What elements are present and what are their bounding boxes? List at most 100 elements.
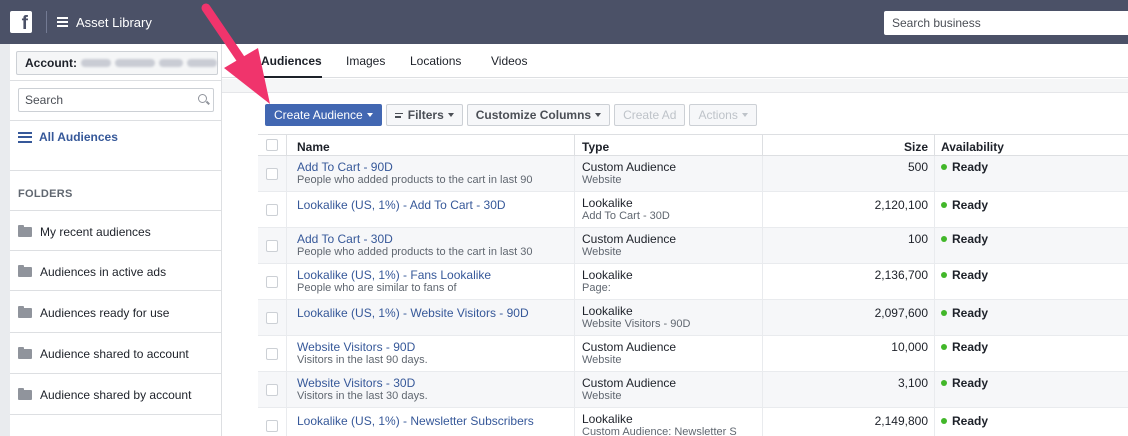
- table-row[interactable]: Lookalike (US, 1%) - Fans Lookalike Peop…: [258, 264, 1128, 300]
- tab-videos[interactable]: Videos: [491, 54, 527, 68]
- status-dot-icon: [941, 164, 947, 170]
- hamburger-menu-icon[interactable]: [57, 17, 68, 27]
- sidebar-search-input[interactable]: Search: [18, 88, 214, 112]
- audience-name-link[interactable]: Add To Cart - 90D: [297, 160, 393, 174]
- table-row[interactable]: Lookalike (US, 1%) - Website Visitors - …: [258, 300, 1128, 336]
- column-separator: [934, 336, 935, 372]
- audience-name-link[interactable]: Add To Cart - 30D: [297, 232, 393, 246]
- actions-button[interactable]: Actions: [689, 104, 757, 126]
- audience-size: 2,120,100: [874, 198, 928, 212]
- account-selector[interactable]: Account:: [16, 51, 218, 75]
- divider: [10, 120, 222, 121]
- status-dot-icon: [941, 344, 947, 350]
- column-separator: [762, 264, 763, 300]
- audience-size: 3,100: [897, 376, 928, 390]
- column-separator: [286, 135, 287, 157]
- column-separator: [934, 264, 935, 300]
- tab-images[interactable]: Images: [346, 54, 385, 68]
- folders-heading: FOLDERS: [18, 188, 73, 200]
- audience-size: 2,149,800: [874, 414, 928, 428]
- filters-button[interactable]: Filters: [385, 104, 463, 126]
- folder-audiences-ready-for-use[interactable]: Audiences ready for use: [18, 306, 169, 320]
- search-placeholder: Search: [25, 93, 64, 107]
- folder-icon: [18, 306, 32, 318]
- row-checkbox[interactable]: [266, 204, 278, 216]
- status-text: Ready: [952, 268, 989, 282]
- column-header-availability[interactable]: Availability: [941, 140, 1004, 154]
- folder-audiences-in-active-ads[interactable]: Audiences in active ads: [18, 265, 166, 279]
- row-checkbox[interactable]: [266, 276, 278, 288]
- chevron-down-icon: [741, 113, 748, 117]
- column-separator: [574, 372, 575, 408]
- create-ad-button[interactable]: Create Ad: [614, 104, 686, 126]
- search-icon[interactable]: [198, 94, 207, 103]
- button-label: Filters: [407, 108, 444, 122]
- audience-type: Lookalike: [582, 304, 633, 318]
- folder-audience-shared-by-account[interactable]: Audience shared by account: [18, 388, 191, 402]
- tab-locations[interactable]: Locations: [410, 54, 461, 68]
- status-text: Ready: [952, 198, 989, 212]
- search-business-input[interactable]: Search business: [884, 11, 1128, 35]
- row-checkbox[interactable]: [266, 240, 278, 252]
- status-text: Ready: [952, 160, 989, 174]
- column-separator: [574, 228, 575, 264]
- sidebar-item-all-audiences[interactable]: All Audiences: [18, 130, 118, 144]
- top-bar: f Asset Library Search business: [0, 0, 1128, 44]
- app-title[interactable]: Asset Library: [76, 15, 152, 30]
- table-row[interactable]: Lookalike (US, 1%) - Newsletter Subscrib…: [258, 408, 1128, 436]
- audience-name-link[interactable]: Website Visitors - 90D: [297, 340, 415, 354]
- table-row[interactable]: Website Visitors - 90D Visitors in the l…: [258, 336, 1128, 372]
- column-header-size[interactable]: Size: [902, 140, 928, 154]
- table-row[interactable]: Add To Cart - 90D People who added produ…: [258, 156, 1128, 192]
- customize-columns-button[interactable]: Customize Columns: [466, 104, 611, 126]
- column-separator: [934, 192, 935, 228]
- column-separator: [934, 228, 935, 264]
- audience-name-link[interactable]: Lookalike (US, 1%) - Website Visitors - …: [297, 306, 529, 320]
- audience-name-link[interactable]: Lookalike (US, 1%) - Newsletter Subscrib…: [297, 414, 534, 428]
- column-separator: [934, 135, 935, 157]
- audience-subtype: Page:: [582, 282, 611, 294]
- table-row[interactable]: Add To Cart - 30D People who added produ…: [258, 228, 1128, 264]
- column-separator: [574, 156, 575, 192]
- audience-name-link[interactable]: Lookalike (US, 1%) - Add To Cart - 30D: [297, 198, 506, 212]
- folder-icon: [18, 347, 32, 359]
- folder-label: Audiences ready for use: [40, 306, 170, 320]
- folder-my-recent-audiences[interactable]: My recent audiences: [18, 225, 151, 239]
- column-separator: [286, 192, 287, 228]
- column-separator: [574, 300, 575, 336]
- folder-label: Audience shared by account: [40, 388, 192, 402]
- audience-name-link[interactable]: Website Visitors - 30D: [297, 376, 415, 390]
- tab-audiences[interactable]: Audiences: [261, 54, 322, 78]
- row-checkbox[interactable]: [266, 348, 278, 360]
- status-dot-icon: [941, 418, 947, 424]
- audience-description: People who added products to the cart in…: [297, 246, 533, 258]
- audience-size: 500: [907, 160, 928, 174]
- row-checkbox[interactable]: [266, 168, 278, 180]
- table-row[interactable]: Website Visitors - 30D Visitors in the l…: [258, 372, 1128, 408]
- select-all-checkbox[interactable]: [266, 139, 278, 151]
- create-audience-button[interactable]: Create Audience: [265, 104, 382, 126]
- row-checkbox[interactable]: [266, 420, 278, 432]
- availability-status: Ready: [941, 414, 988, 428]
- divider: [10, 332, 222, 333]
- availability-status: Ready: [941, 232, 988, 246]
- column-separator: [286, 300, 287, 336]
- audience-name-link[interactable]: Lookalike (US, 1%) - Fans Lookalike: [297, 268, 491, 282]
- column-separator: [934, 408, 935, 436]
- column-header-name[interactable]: Name: [297, 140, 330, 154]
- divider: [10, 373, 222, 374]
- column-separator: [574, 135, 575, 157]
- facebook-logo-icon[interactable]: f: [10, 11, 32, 33]
- folder-audience-shared-to-account[interactable]: Audience shared to account: [18, 347, 189, 361]
- availability-status: Ready: [941, 376, 988, 390]
- audience-size: 10,000: [891, 340, 928, 354]
- column-header-type[interactable]: Type: [582, 140, 609, 154]
- audience-type: Custom Audience: [582, 160, 677, 174]
- row-checkbox[interactable]: [266, 384, 278, 396]
- availability-status: Ready: [941, 198, 988, 212]
- status-text: Ready: [952, 414, 989, 428]
- filter-icon: [394, 112, 403, 118]
- audience-type: Custom Audience: [582, 232, 677, 246]
- row-checkbox[interactable]: [266, 312, 278, 324]
- table-row[interactable]: Lookalike (US, 1%) - Add To Cart - 30D L…: [258, 192, 1128, 228]
